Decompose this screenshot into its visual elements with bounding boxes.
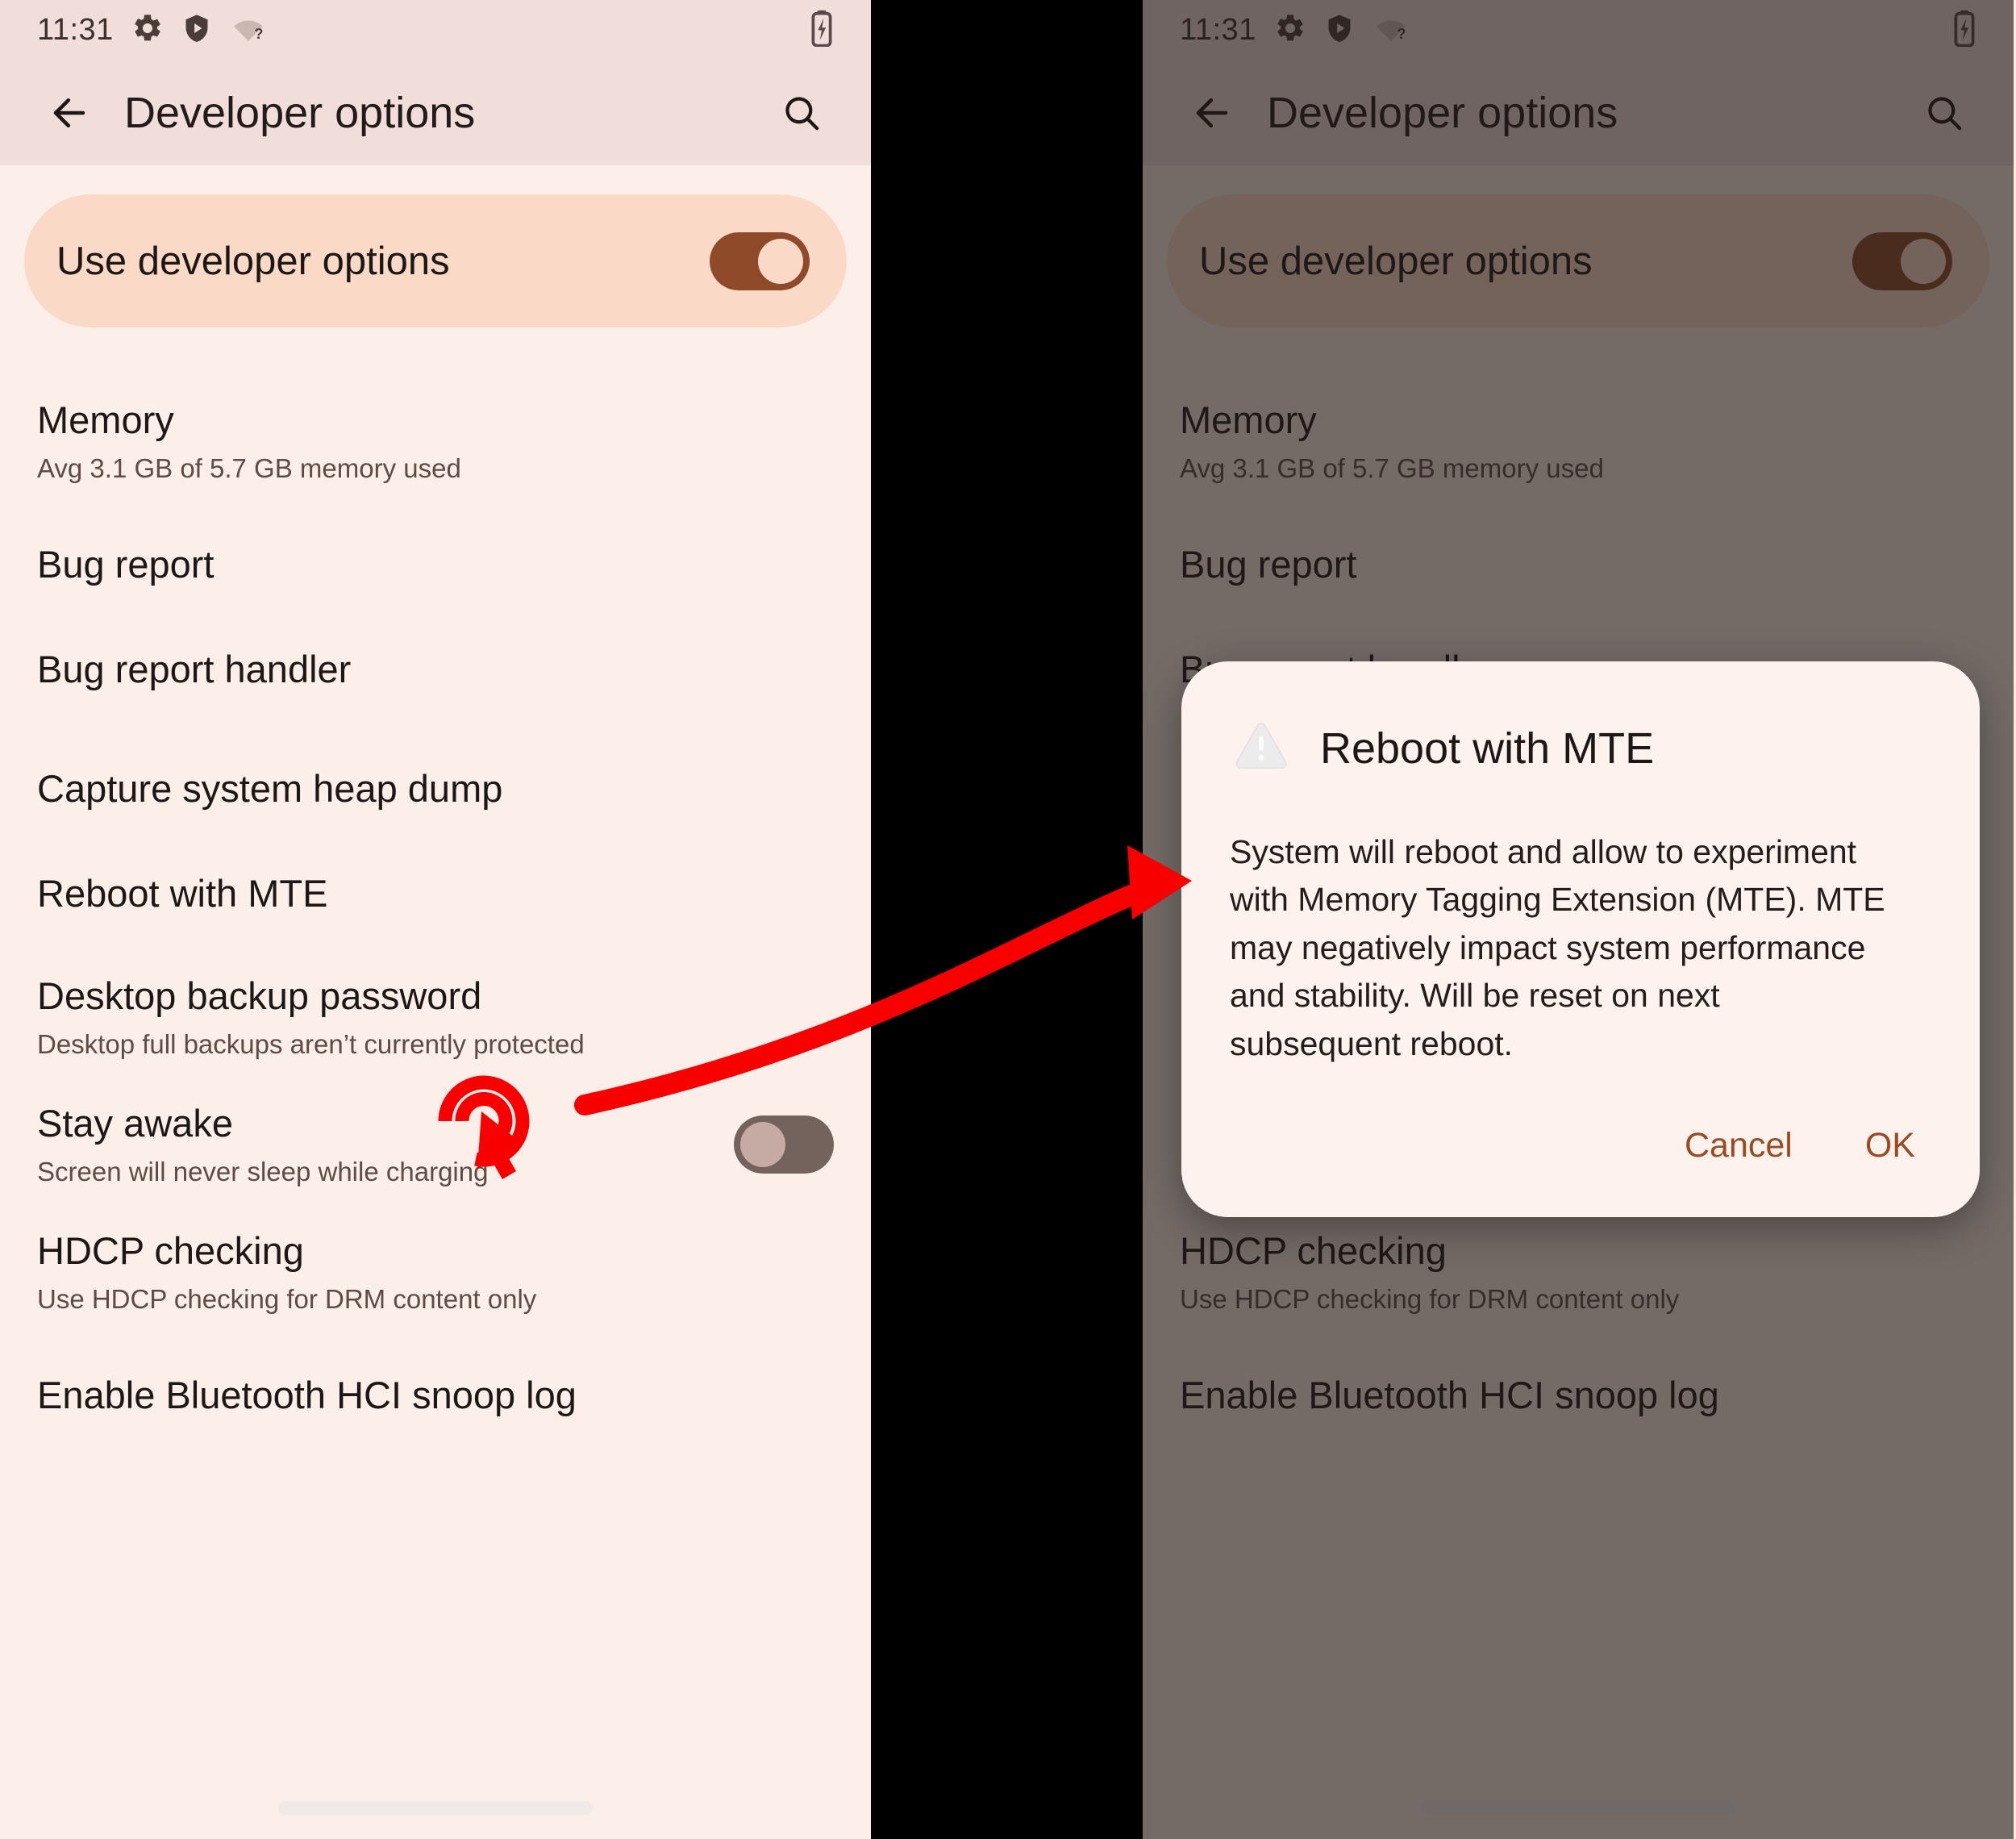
settings-content: Use developer options Memory Avg 3.1 GB … [0,165,871,1839]
stay-awake-toggle[interactable] [734,1115,834,1174]
use-developer-options-row[interactable]: Use developer options [1167,194,1989,327]
row-subtitle: Screen will never sleep while charging [37,1156,489,1186]
setting-row-bug-report[interactable]: Bug report [1143,526,2014,603]
row-title: Capture system heap dump [37,766,503,810]
gesture-nav-handle[interactable] [1421,1801,1735,1815]
ok-button[interactable]: OK [1860,1118,1920,1174]
gear-icon [1274,12,1306,48]
search-icon[interactable] [1906,91,1983,135]
row-texts: HDCP checking Use HDCP checking for DRM … [1180,1229,1976,1315]
dialog-header: Reboot with MTE [1230,715,1931,782]
row-subtitle: Avg 3.1 GB of 5.7 GB memory used [37,452,461,483]
toggle-thumb [758,238,803,284]
battery-charging-icon [1952,10,1976,51]
row-texts: Enable Bluetooth HCI snoop log [37,1374,834,1418]
row-texts: Bug report handler [37,648,834,692]
use-developer-options-row[interactable]: Use developer options [24,194,847,327]
svg-text:?: ? [254,26,263,42]
search-icon[interactable] [763,91,840,135]
app-bar: Developer options [1143,60,2014,165]
dialog-message: System will reboot and allow to experime… [1230,833,1885,1062]
row-texts: Desktop backup password Desktop full bac… [37,974,834,1060]
row-texts: Stay awake Screen will never sleep while… [37,1102,734,1187]
row-title: Stay awake [37,1102,233,1145]
setting-row-reboot-with-mte[interactable]: Reboot with MTE [0,855,871,932]
shield-play-icon [1324,12,1355,48]
back-arrow-icon[interactable] [1173,90,1251,136]
row-subtitle: Desktop full backups aren’t currently pr… [37,1028,585,1059]
row-texts: Capture system heap dump [37,767,834,811]
page-title: Developer options [124,89,476,137]
gesture-nav-handle[interactable] [278,1801,593,1815]
status-bar-left: 11:31 ? [37,12,267,48]
status-bar-clock: 11:31 [1180,13,1256,47]
shield-play-icon [181,12,212,48]
wifi-question-icon: ? [1372,12,1410,48]
cancel-button[interactable]: Cancel [1680,1118,1797,1174]
use-developer-options-toggle[interactable] [710,231,810,290]
reboot-with-mte-dialog: Reboot with MTE System will reboot and a… [1181,661,1980,1218]
page-title: Developer options [1267,89,1618,137]
row-title: Bug report [37,542,215,586]
row-subtitle: Avg 3.1 GB of 5.7 GB memory used [1180,452,1604,483]
dialog-title: Reboot with MTE [1320,724,1655,773]
row-title: Desktop backup password [37,974,482,1018]
status-bar-clock: 11:31 [37,13,114,47]
settings-screen-dimmed: 11:31 ? Developer options Use developer … [1143,0,2014,1839]
row-title: Memory [37,398,174,441]
status-bar-right [1952,10,1976,51]
row-title: Reboot with MTE [37,871,328,915]
setting-row-memory[interactable]: Memory Avg 3.1 GB of 5.7 GB memory used [0,398,871,484]
screenshot-stage: 11:31 ? Developer options Use developer … [0,0,2016,1839]
row-title: Enable Bluetooth HCI snoop log [37,1374,577,1417]
gear-icon [131,12,164,48]
setting-row-capture-system-heap-dump[interactable]: Capture system heap dump [0,750,871,828]
app-bar: Developer options [0,60,871,165]
row-title: HDCP checking [1180,1229,1447,1273]
row-subtitle: Use HDCP checking for DRM content only [37,1283,537,1314]
row-texts: Bug report [37,543,834,587]
phone-screen-before: 11:31 ? Developer options Use developer … [0,0,871,1839]
setting-row-hdcp-checking[interactable]: HDCP checking Use HDCP checking for DRM … [1143,1229,2014,1315]
row-title: HDCP checking [37,1229,304,1273]
warning-triangle-icon [1230,715,1293,782]
battery-charging-icon [810,10,834,51]
setting-row-bug-report-handler[interactable]: Bug report handler [0,631,871,708]
row-title: Bug report handler [37,647,352,690]
row-texts: Bug report [1180,543,1976,587]
back-arrow-icon[interactable] [31,90,108,136]
svg-text:?: ? [1397,26,1406,42]
toggle-thumb [740,1122,785,1168]
status-bar: 11:31 ? [1143,0,2014,60]
setting-row-desktop-backup-password[interactable]: Desktop backup password Desktop full bac… [0,974,871,1060]
row-texts: Memory Avg 3.1 GB of 5.7 GB memory used [1180,398,1976,484]
row-texts: Reboot with MTE [37,872,834,916]
setting-row-stay-awake[interactable]: Stay awake Screen will never sleep while… [0,1102,871,1187]
use-developer-options-label: Use developer options [56,239,450,283]
phone-screen-after: 11:31 ? Developer options Use developer … [1143,0,2016,1839]
use-developer-options-toggle[interactable] [1852,231,1952,290]
row-texts: Memory Avg 3.1 GB of 5.7 GB memory used [37,398,834,484]
row-title: Memory [1180,398,1317,441]
setting-row-bug-report[interactable]: Bug report [0,526,871,603]
setting-row-enable-bluetooth-hci-snoop-log[interactable]: Enable Bluetooth HCI snoop log [0,1357,871,1434]
dialog-actions: Cancel OK [1230,1118,1931,1185]
status-bar: 11:31 ? [0,0,871,60]
status-bar-left: 11:31 ? [1180,12,1410,48]
row-title: Enable Bluetooth HCI snoop log [1180,1374,1719,1417]
toggle-thumb [1901,238,1946,284]
row-texts: Enable Bluetooth HCI snoop log [1180,1374,1976,1418]
row-title: Bug report [1180,542,1357,586]
wifi-question-icon: ? [230,12,267,48]
use-developer-options-label: Use developer options [1199,239,1593,283]
status-bar-right [810,10,834,51]
settings-screen: 11:31 ? Developer options Use developer … [0,0,871,1839]
setting-row-memory[interactable]: Memory Avg 3.1 GB of 5.7 GB memory used [1143,398,2014,484]
row-subtitle: Use HDCP checking for DRM content only [1180,1283,1680,1314]
setting-row-enable-bluetooth-hci-snoop-log[interactable]: Enable Bluetooth HCI snoop log [1143,1357,2014,1434]
row-texts: HDCP checking Use HDCP checking for DRM … [37,1229,834,1315]
setting-row-hdcp-checking[interactable]: HDCP checking Use HDCP checking for DRM … [0,1229,871,1315]
settings-list: Memory Avg 3.1 GB of 5.7 GB memory used … [0,327,871,1434]
